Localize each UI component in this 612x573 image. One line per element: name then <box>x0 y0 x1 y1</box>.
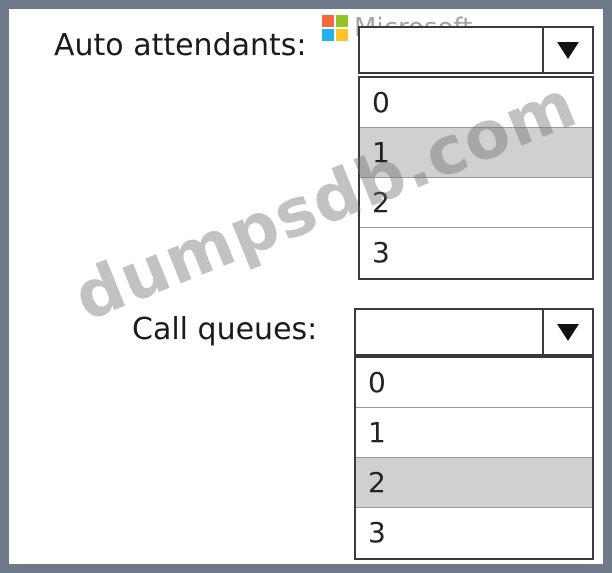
auto-attendants-dropdown[interactable] <box>358 26 594 74</box>
auto-attendants-option-1[interactable]: 1 <box>360 128 592 178</box>
auto-attendants-option-0[interactable]: 0 <box>360 78 592 128</box>
call-queues-label: Call queues: <box>132 312 318 347</box>
triangle-down-icon <box>557 41 579 59</box>
call-queues-option-1[interactable]: 1 <box>356 408 592 458</box>
call-queues-dropdown-button[interactable] <box>542 310 592 354</box>
auto-attendants-dropdown-button[interactable] <box>542 28 592 72</box>
call-queues-option-2[interactable]: 2 <box>356 458 592 508</box>
auto-attendants-option-3[interactable]: 3 <box>360 228 592 278</box>
call-queues-dropdown[interactable] <box>354 308 594 356</box>
auto-attendants-label: Auto attendants: <box>54 28 307 63</box>
call-queues-option-3[interactable]: 3 <box>356 508 592 558</box>
triangle-down-icon <box>557 323 579 341</box>
call-queues-options: 0 1 2 3 <box>354 356 594 560</box>
auto-attendants-options: 0 1 2 3 <box>358 76 594 280</box>
microsoft-tiles-icon <box>322 15 348 41</box>
auto-attendants-option-2[interactable]: 2 <box>360 178 592 228</box>
call-queues-option-0[interactable]: 0 <box>356 358 592 408</box>
